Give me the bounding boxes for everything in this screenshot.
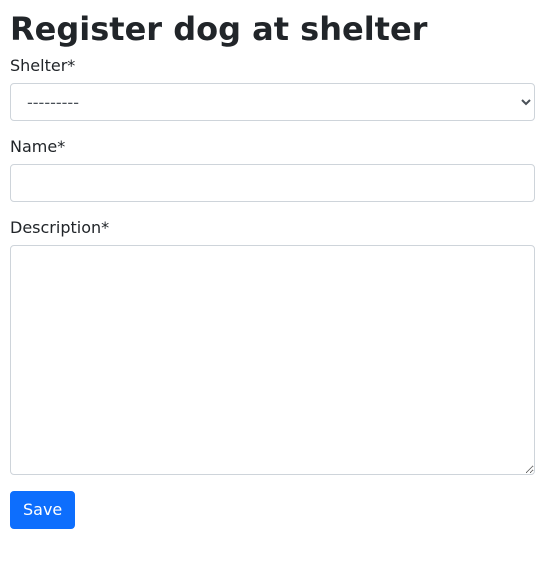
description-label: Description* [10, 218, 109, 237]
description-textarea[interactable] [10, 245, 535, 475]
description-field-group: Description* [10, 218, 535, 475]
save-button[interactable]: Save [10, 491, 75, 529]
name-label: Name* [10, 137, 65, 156]
name-field-group: Name* [10, 137, 535, 202]
page-title: Register dog at shelter [10, 10, 535, 48]
register-dog-form: Shelter* --------- Name* Description* Sa… [10, 56, 535, 529]
name-input[interactable] [10, 164, 535, 202]
shelter-select[interactable]: --------- [10, 83, 535, 121]
shelter-label: Shelter* [10, 56, 75, 75]
shelter-field-group: Shelter* --------- [10, 56, 535, 121]
